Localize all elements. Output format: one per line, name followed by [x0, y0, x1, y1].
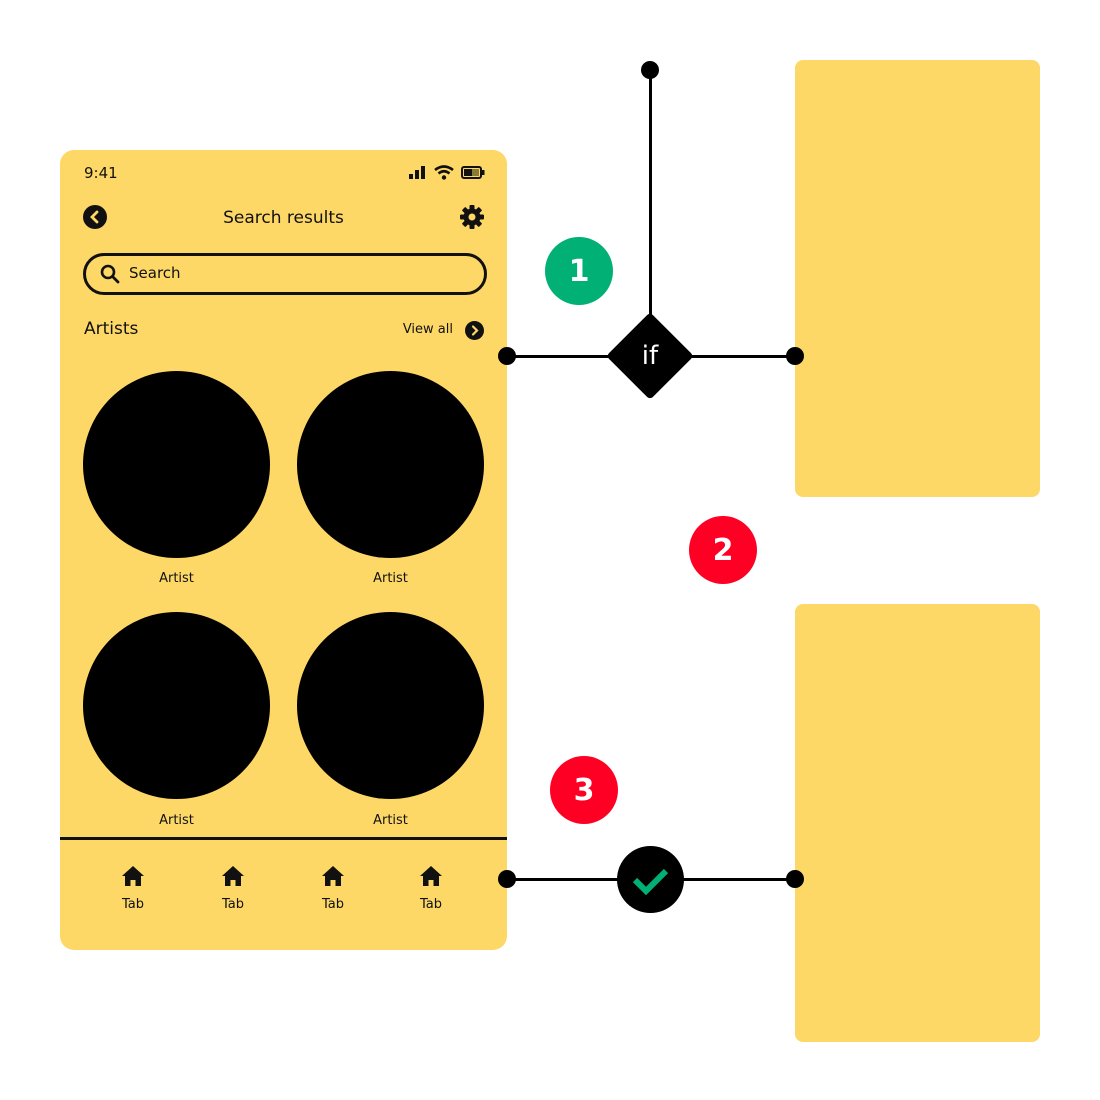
tab-label: Tab [221, 897, 244, 912]
artist-label: Artist [373, 571, 408, 586]
tab-1[interactable]: Tab [103, 865, 163, 912]
artist-label: Artist [373, 813, 408, 828]
page-title: Search results [223, 208, 344, 228]
step-badge-3: 3 [550, 756, 618, 824]
home-icon [222, 866, 244, 886]
decision-label: if [641, 341, 659, 371]
connector-endpoint[interactable] [786, 347, 804, 365]
step-badge-1: 1 [545, 237, 613, 305]
step-badge-2: 2 [689, 516, 757, 584]
connector-endpoint[interactable] [498, 870, 516, 888]
artist-image[interactable] [297, 612, 484, 799]
wifi-icon [434, 165, 454, 180]
check-icon [632, 868, 669, 896]
search-placeholder: Search [129, 264, 181, 282]
placeholder-screen-bottom [795, 604, 1040, 1042]
tab-label: Tab [321, 897, 344, 912]
success-node[interactable] [617, 846, 684, 913]
tab-label: Tab [419, 897, 442, 912]
search-input[interactable]: Search [83, 253, 487, 295]
artist-image[interactable] [83, 612, 270, 799]
connector-endpoint[interactable] [786, 870, 804, 888]
home-icon [420, 866, 442, 886]
phone-screen: 9:41 Search results Search Artists View … [60, 150, 507, 950]
tab-label: Tab [121, 897, 144, 912]
artist-image[interactable] [83, 371, 270, 558]
settings-button[interactable] [459, 204, 485, 230]
connector-endpoint[interactable] [641, 61, 659, 79]
signal-icon [409, 166, 425, 179]
tab-4[interactable]: Tab [401, 865, 461, 912]
tab-2[interactable]: Tab [203, 865, 263, 912]
tab-3[interactable]: Tab [303, 865, 363, 912]
tab-bar-divider [60, 837, 507, 840]
placeholder-screen-top [795, 60, 1040, 497]
view-all-button[interactable] [465, 321, 484, 340]
home-icon [122, 866, 144, 886]
view-all-link[interactable]: View all [403, 322, 453, 337]
home-icon [322, 866, 344, 886]
artist-label: Artist [159, 571, 194, 586]
artist-image[interactable] [297, 371, 484, 558]
artist-label: Artist [159, 813, 194, 828]
chevron-right-icon [471, 325, 479, 336]
connector-endpoint[interactable] [498, 347, 516, 365]
battery-icon [461, 166, 485, 179]
status-time: 9:41 [84, 164, 118, 182]
status-icons [409, 165, 485, 180]
search-icon [100, 264, 120, 284]
connector-line-vertical [649, 70, 652, 330]
gear-icon [460, 205, 484, 229]
section-title-artists: Artists [84, 319, 139, 339]
